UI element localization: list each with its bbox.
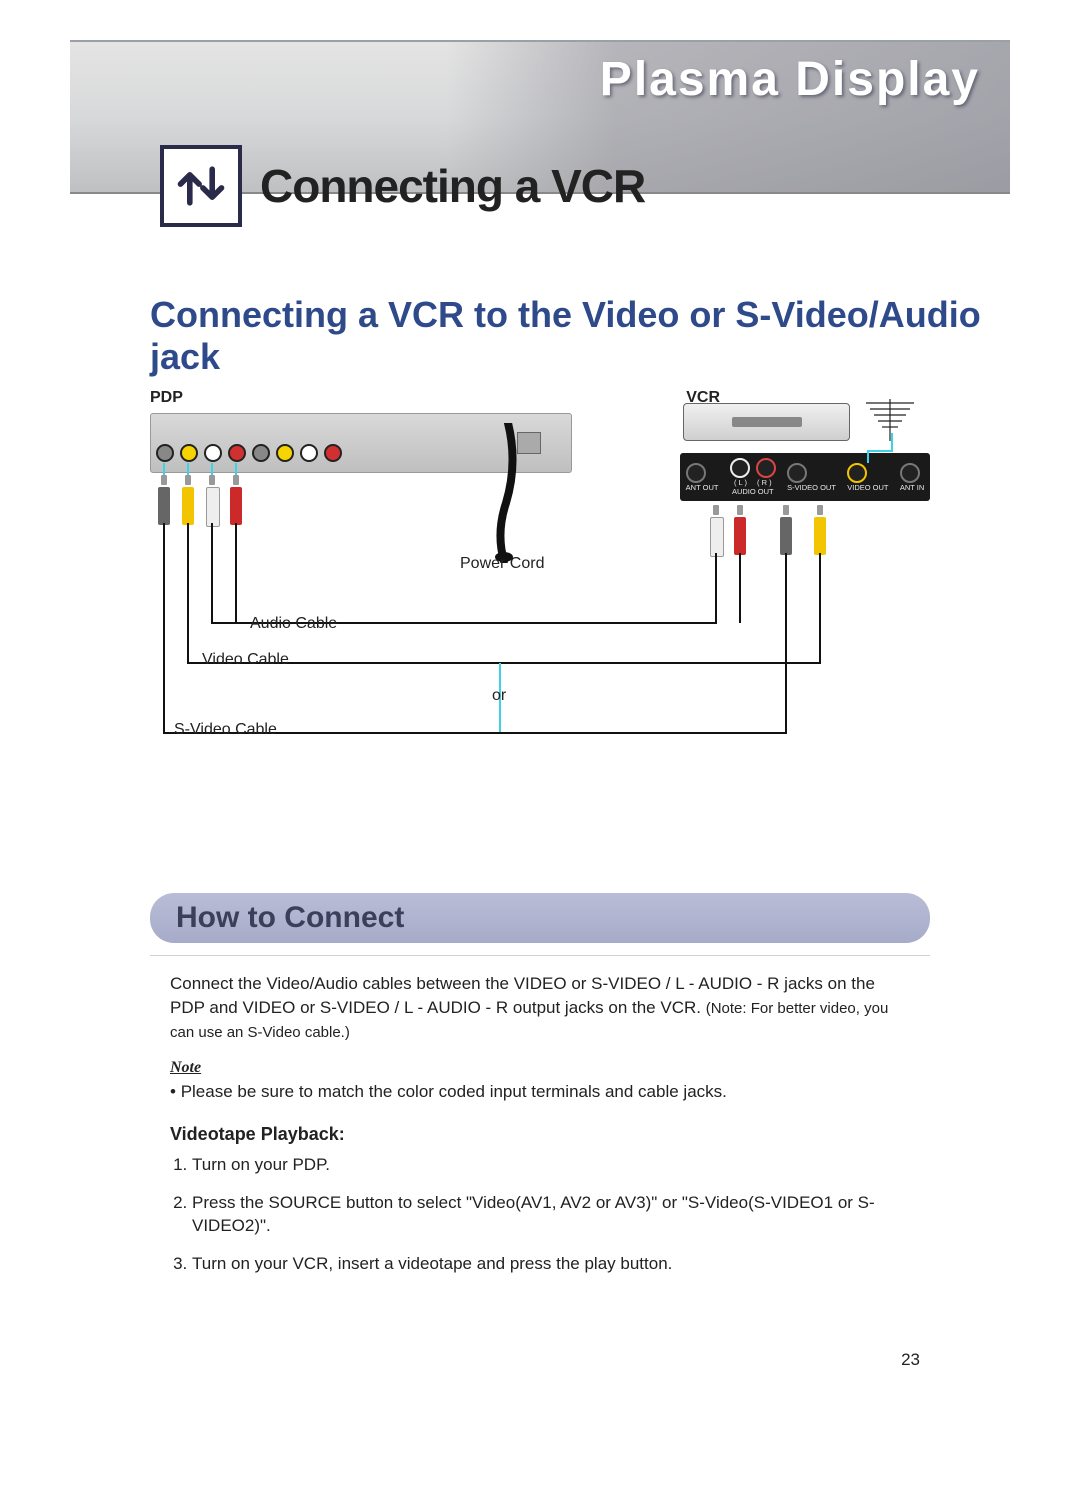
playback-heading: Videotape Playback: [170,1122,910,1147]
arrows-icon [173,158,229,214]
vcr-svideo-out: S-VIDEO OUT [787,483,836,492]
connection-diagram: PDP VCR [150,393,930,833]
header-banner: Plasma Display Connecting a VCR [70,40,1010,194]
vcr-ant-in: ANT IN [900,483,924,492]
audio-r-plug-pdp [230,475,242,525]
brand-text: Plasma Display [600,52,980,107]
svideo-plug-pdp [158,475,170,525]
label-svideo-cable: S-Video Cable [174,721,277,739]
label-or: or [492,687,506,705]
label-power-cord: Power Cord [460,555,544,573]
antenna-icon [860,393,920,443]
step-1: Turn on your PDP. [192,1153,910,1177]
vcr-video-out: VIDEO OUT [847,483,888,492]
label-audio-cable: Audio Cable [250,615,337,633]
playback-steps: Turn on your PDP. Press the SOURCE butto… [170,1153,910,1276]
step-3: Turn on your VCR, insert a videotape and… [192,1252,910,1276]
vcr-device [683,403,850,441]
label-video-cable: Video Cable [202,651,289,669]
video-plug-vcr [814,505,826,555]
how-to-connect-heading: How to Connect [150,893,930,943]
audio-l-plug-pdp [206,475,218,527]
page-number: 23 [70,1350,920,1370]
note-bullet: • Please be sure to match the color code… [170,1080,910,1104]
audio-l-plug-vcr [710,505,722,557]
section-icon [160,145,242,227]
vcr-audio-out: AUDIO OUT [730,487,776,496]
vcr-ant-out: ANT OUT [686,483,719,492]
audio-r-plug-vcr [734,505,746,555]
instruction-body: Connect the Video/Audio cables between t… [150,955,930,1300]
note-label: Note [170,1057,910,1079]
svideo-plug-vcr [780,505,792,555]
vcr-rear-panel: ANT OUT ( L ) ( R ) AUDIO OUT S-VIDEO OU… [680,453,930,501]
section-title: Connecting a VCR to the Video or S-Video… [70,294,1010,378]
power-cord-graphic [488,423,528,563]
instruction-paragraph: Connect the Video/Audio cables between t… [170,972,910,1043]
step-2: Press the SOURCE button to select "Video… [192,1191,910,1239]
video-plug-pdp [182,475,194,525]
page-title: Connecting a VCR [260,159,645,213]
label-pdp: PDP [150,389,183,407]
